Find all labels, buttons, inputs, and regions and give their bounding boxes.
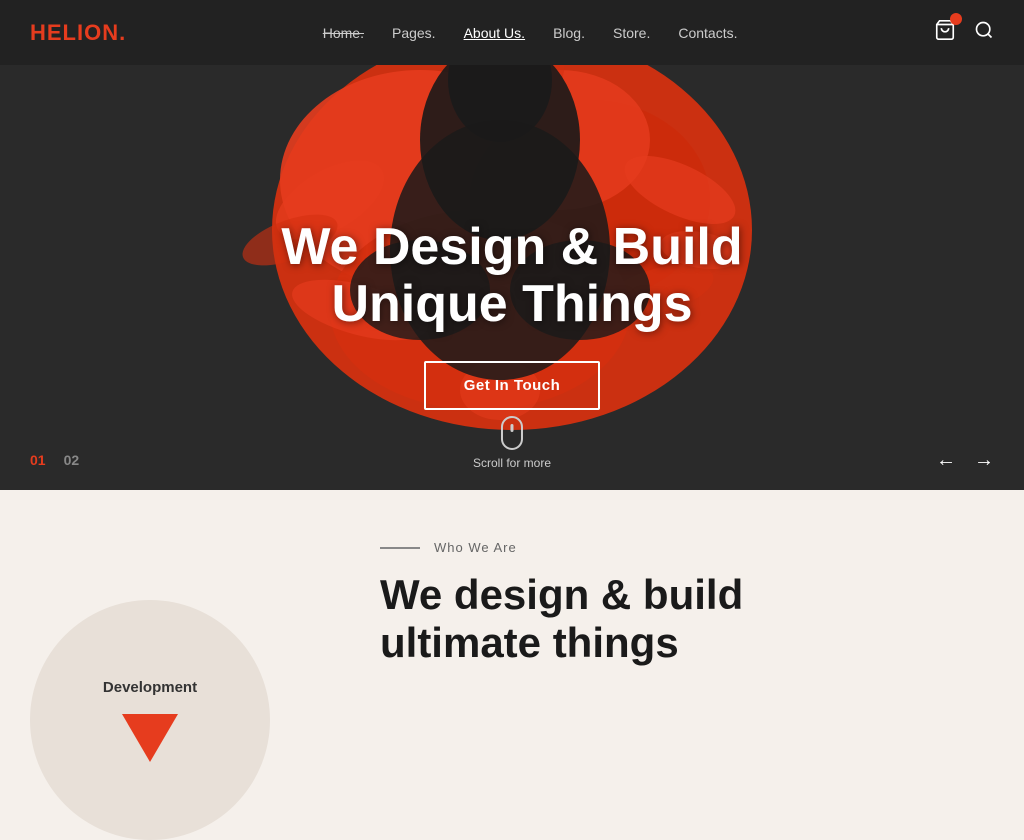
slide-2[interactable]: 02 — [64, 452, 80, 468]
hero-content: We Design & Build Unique Things Get In T… — [212, 219, 812, 410]
dev-circle-wrap: Development — [60, 530, 320, 790]
section-title: We design & build ultimate things — [380, 571, 964, 668]
header-icons — [934, 19, 994, 46]
logo[interactable]: HELION. — [30, 20, 126, 46]
nav-pages[interactable]: Pages. — [392, 25, 436, 41]
hero-title-line1: We Design & Build — [281, 218, 742, 276]
main-nav: Home. Pages. About Us. Blog. Store. Cont… — [323, 25, 738, 41]
dev-circle: Development — [30, 600, 270, 840]
section-title-line1: We design & build — [380, 571, 743, 618]
slide-arrows: ← → — [936, 449, 994, 472]
nav-contacts[interactable]: Contacts. — [678, 25, 737, 41]
section-tag-line — [380, 547, 420, 549]
who-we-are: Who We Are We design & build ultimate th… — [380, 530, 964, 668]
hero-title: We Design & Build Unique Things — [212, 219, 812, 333]
cart-badge — [950, 13, 962, 25]
section-tag: Who We Are — [434, 540, 517, 555]
nav-home[interactable]: Home. — [323, 25, 364, 41]
dev-triangle-icon — [122, 714, 178, 762]
search-icon[interactable] — [974, 20, 994, 45]
slide-1[interactable]: 01 — [30, 452, 46, 468]
cta-button[interactable]: Get In Touch — [424, 361, 601, 410]
scroll-indicator: Scroll for more — [473, 416, 551, 470]
hero-title-line2: Unique Things — [331, 275, 692, 333]
below-hero-section: Development Who We Are We design & build… — [0, 490, 1024, 745]
prev-arrow[interactable]: ← — [936, 449, 956, 472]
cart-icon[interactable] — [934, 19, 956, 46]
logo-text: HELION — [30, 20, 119, 45]
section-title-line2: ultimate things — [380, 619, 679, 666]
nav-store[interactable]: Store. — [613, 25, 650, 41]
next-arrow[interactable]: → — [974, 449, 994, 472]
scroll-label: Scroll for more — [473, 456, 551, 470]
slide-indicators: 01 02 — [30, 452, 79, 468]
nav-about[interactable]: About Us. — [464, 25, 525, 41]
scroll-mouse-icon — [501, 416, 523, 450]
logo-dot: . — [119, 20, 126, 45]
hero-section: We Design & Build Unique Things Get In T… — [0, 0, 1024, 490]
section-tag-wrap: Who We Are — [380, 540, 964, 555]
header: HELION. Home. Pages. About Us. Blog. Sto… — [0, 0, 1024, 65]
dev-label: Development — [103, 679, 197, 696]
nav-blog[interactable]: Blog. — [553, 25, 585, 41]
